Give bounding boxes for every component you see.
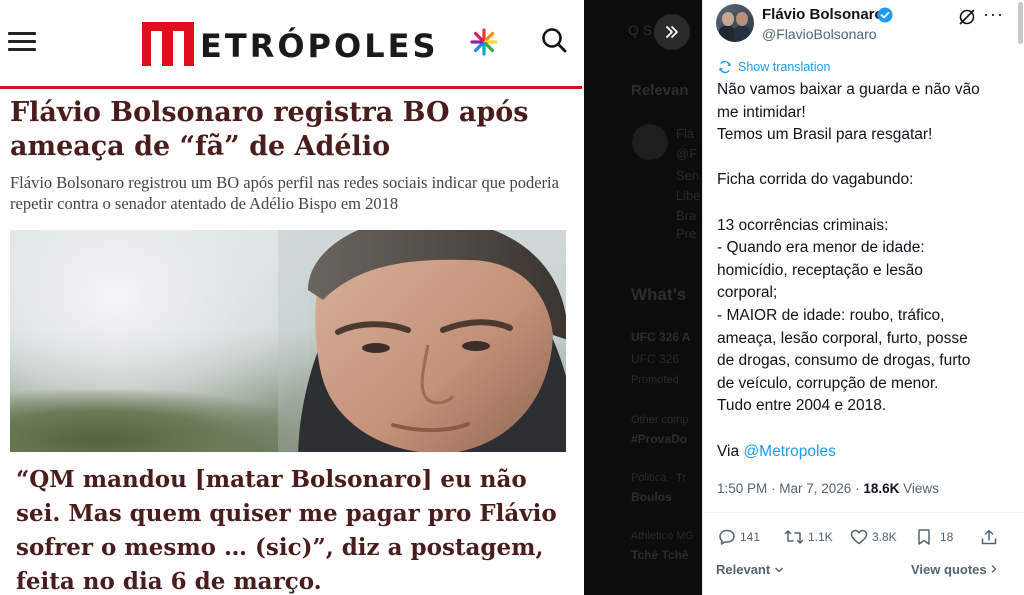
repost-count: 1.1K: [808, 530, 833, 544]
tweet-line: 13 ocorrências criminais:: [717, 216, 889, 234]
dim-handle-fragment: @F: [676, 146, 698, 161]
divider: [702, 512, 1024, 513]
show-translation-label: Show translation: [738, 60, 831, 74]
author-handle[interactable]: @FlavioBolsonaro: [762, 26, 877, 42]
article-subhead: Flávio Bolsonaro registrou um BO após pe…: [10, 173, 559, 213]
show-translation-link[interactable]: Show translation: [718, 60, 830, 74]
dim-search-fragment: Q S: [628, 22, 653, 38]
article-headline: Flávio Bolsonaro registra BO após ameaça…: [10, 97, 529, 162]
scrollbar-thumb[interactable]: [1018, 2, 1023, 44]
pinwheel-icon[interactable]: [470, 28, 498, 56]
tweet-timestamp[interactable]: 1:50 PM · Mar 7, 2026 ·: [717, 481, 863, 496]
repost-button[interactable]: 1.1K: [784, 528, 833, 546]
repost-icon: [784, 530, 804, 544]
like-count: 3.8K: [872, 530, 897, 544]
tweet-line: [717, 418, 1009, 441]
tweet-meta: 1:50 PM · Mar 7, 2026 · 18.6K Views: [717, 481, 939, 496]
article-pull-quote: “QM mandou [matar Bolsonaro] eu não sei.…: [16, 466, 557, 595]
via-prefix: Via: [717, 442, 744, 460]
dim-bio-line: Sen: [676, 168, 700, 183]
view-quotes-link[interactable]: View quotes: [911, 562, 998, 577]
dim-bio-line: Bra: [676, 208, 697, 223]
bookmark-button[interactable]: 18: [916, 528, 953, 546]
tweet-line: Temos um Brasil para resgatar!: [717, 126, 933, 144]
sort-label: Relevant: [716, 562, 771, 577]
dim-trend: UFC 326 A: [631, 330, 691, 344]
avatar[interactable]: [716, 4, 754, 42]
expand-chevron-button[interactable]: [654, 14, 690, 50]
author-name[interactable]: Flávio Bolsonaro: [762, 6, 884, 23]
tweet-line: [717, 147, 1009, 170]
search-icon[interactable]: [540, 26, 568, 54]
dim-heading-relevant: Relevan: [631, 82, 689, 99]
dim-bio-line: Libe: [676, 188, 701, 203]
site-header: ETRÓPOLES: [0, 0, 584, 86]
dim-trend: Other comp: [631, 414, 689, 426]
dim-trend: Tchê Tchê: [631, 548, 689, 562]
portrait-figure: [278, 230, 566, 452]
dim-heading-whats: What’s: [631, 285, 687, 304]
dim-trend: Politica · Tr: [631, 472, 687, 484]
dim-name-fragment: Flá: [676, 126, 695, 141]
double-chevron-right-icon: [666, 26, 678, 38]
tweet-via-line: Via @Metropoles: [717, 441, 1009, 464]
share-icon: [981, 529, 997, 545]
dim-trend: Promoted: [631, 374, 679, 386]
reply-button[interactable]: 141: [718, 528, 760, 546]
views-count: 18.6K: [863, 481, 900, 496]
tweet-line: - MAIOR de idade: roubo, tráfico,: [717, 306, 945, 324]
replies-sort-dropdown[interactable]: Relevant: [716, 562, 784, 577]
share-button[interactable]: [980, 528, 1002, 546]
tweet-panel: Flávio Bolsonaro @FlavioBolsonaro ··· Sh…: [702, 0, 1024, 595]
verified-badge-icon: [877, 7, 893, 23]
chevron-down-icon: [774, 567, 783, 573]
hamburger-menu-icon[interactable]: [8, 32, 36, 52]
logo-text: ETRÓPOLES: [200, 27, 439, 65]
like-button[interactable]: 3.8K: [850, 528, 897, 546]
dim-trend: #ProvaDo: [631, 432, 688, 446]
tweet-line: ameaça, lesão corporal, furto, posse: [717, 329, 968, 347]
tweet-line: me intimidar!: [717, 103, 806, 121]
heart-icon: [850, 529, 868, 545]
site-logo[interactable]: ETRÓPOLES: [142, 18, 438, 66]
logo-m-mark: [142, 22, 194, 66]
tweet-line: corporal;: [717, 284, 778, 302]
dim-trend: Athletico MG: [631, 530, 694, 542]
tweet-line: Tudo entre 2004 e 2018.: [717, 397, 887, 415]
article-photo: [10, 230, 566, 452]
tweet-actions: 141 1.1K 3.8K 18: [718, 528, 1008, 552]
view-quotes-label: View quotes: [911, 562, 987, 577]
translate-icon: [719, 60, 731, 74]
bookmark-icon: [918, 529, 930, 545]
mention-link[interactable]: @Metropoles: [743, 443, 835, 460]
tweet-line: de drogas, consumo de drogas, furto: [717, 352, 971, 370]
views-label: Views: [899, 481, 939, 496]
dim-trend: Boulos: [631, 490, 672, 504]
header-divider: [0, 86, 582, 89]
tweet-body: Não vamos baixar a guarda e não vão me i…: [717, 79, 1009, 463]
grok-icon[interactable]: [958, 8, 976, 26]
tweet-line: Ficha corrida do vagabundo:: [717, 171, 914, 189]
chevron-right-icon: [991, 565, 997, 573]
dim-bio-line: Pre: [676, 226, 697, 241]
dim-avatar: [632, 124, 668, 160]
tweet-line: Não vamos baixar a guarda e não vão: [717, 81, 980, 98]
tweet-line: homicídio, receptação e lesão: [717, 261, 923, 279]
bookmark-count: 18: [940, 530, 954, 544]
article-panel: ETRÓPOLES Flávio Bolsonaro registra BO a…: [0, 0, 584, 595]
reply-count: 141: [740, 530, 761, 544]
tweet-line: de veículo, corrupção de menor.: [717, 374, 939, 392]
background-sidebar-overlay: Q S Relevan Flá @F Sen Libe Bra Pre What…: [584, 0, 702, 595]
dim-trend: UFC 326: [631, 352, 680, 366]
more-options-icon[interactable]: ···: [983, 4, 1004, 25]
tweet-line: [717, 192, 1009, 215]
tweet-line: - Quando era menor de idade:: [717, 239, 925, 257]
reply-icon: [719, 529, 735, 545]
